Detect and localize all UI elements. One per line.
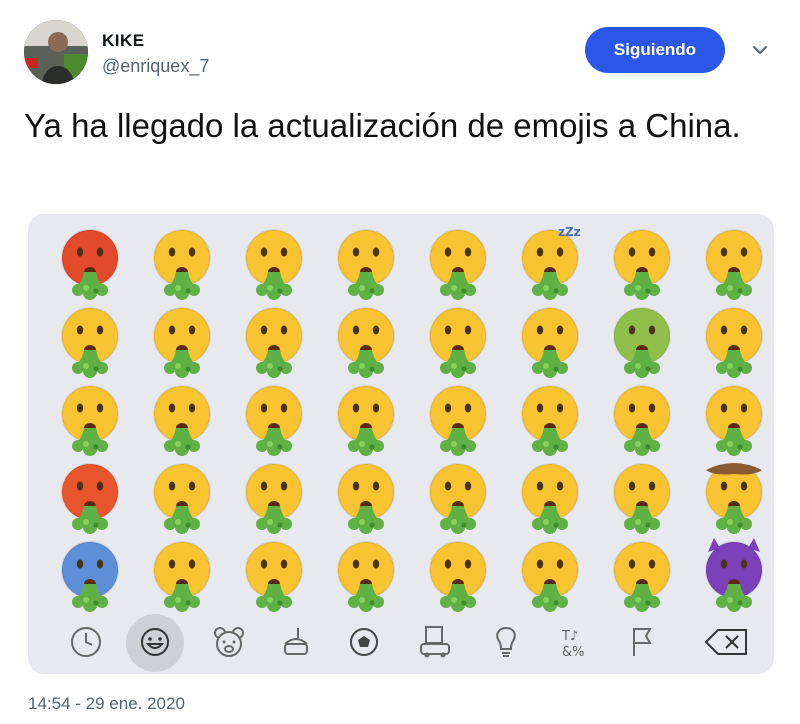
emoji-angry-cursing — [50, 222, 130, 302]
emoji-downcast-sweat — [142, 534, 222, 614]
emoji-neutral — [326, 222, 406, 302]
emoji-cowboy — [694, 456, 774, 536]
emoji-smiling-imp — [694, 534, 774, 614]
tweet-timestamp[interactable]: 14:54 - 29 ene. 2020 — [28, 694, 185, 714]
avatar[interactable] — [24, 20, 88, 84]
emoji-hushed — [418, 456, 498, 536]
car-building-icon — [415, 622, 455, 662]
emoji-dizzy — [510, 456, 590, 536]
emoji-hushed — [418, 300, 498, 380]
emoji-exploding-head — [50, 300, 130, 380]
emoji-keyboard-image: zZz T♪ &% — [28, 214, 774, 674]
emoji-grid: zZz — [50, 222, 770, 617]
lightbulb-icon — [486, 622, 526, 662]
emoji-thinking — [234, 300, 314, 380]
emoji-grimacing — [326, 456, 406, 536]
emoji-tired — [234, 222, 314, 302]
emoji-astonished — [418, 534, 498, 614]
emoji-expressionless — [326, 378, 406, 458]
emoji-mask — [602, 534, 682, 614]
author-name[interactable]: KIKE — [102, 31, 145, 51]
emoji-flushed — [50, 378, 130, 458]
svg-text:&%: &% — [562, 645, 585, 660]
emoji-confounded — [602, 378, 682, 458]
emoji-screaming — [142, 222, 222, 302]
emoji-bandaged — [694, 300, 774, 380]
emoji-nauseated — [602, 300, 682, 380]
emoji-hand-over-mouth — [234, 378, 314, 458]
soccer-ball-icon — [344, 622, 384, 662]
flag-icon — [622, 622, 662, 662]
emoji-relieved — [510, 300, 590, 380]
emoji-neutral — [326, 300, 406, 380]
emoji-sleepy-tear — [510, 378, 590, 458]
emoji-sneezing — [602, 456, 682, 536]
emoji-zipper-mouth — [510, 534, 590, 614]
following-button[interactable]: Siguiendo — [585, 27, 725, 73]
emoji-fearful — [142, 378, 222, 458]
svg-text:T♪: T♪ — [561, 629, 578, 644]
svg-text:zZz: zZz — [558, 225, 581, 239]
food-icon — [276, 622, 316, 662]
emoji-money-mouth — [694, 378, 774, 458]
symbols-icon: T♪ &% — [554, 622, 594, 662]
chevron-down-icon[interactable] — [752, 42, 768, 58]
smiley-icon — [135, 622, 175, 662]
emoji-drooling — [694, 222, 774, 302]
tweet-text: Ya ha llegado la actualización de emojis… — [24, 107, 741, 144]
emoji-sleeping: zZz — [510, 222, 590, 302]
emoji-woozy — [602, 222, 682, 302]
keyboard-category-bar: T♪ &% — [28, 614, 774, 674]
author-handle[interactable]: @enriquex_7 — [102, 56, 209, 77]
emoji-lying — [234, 534, 314, 614]
emoji-rolling-eyes — [326, 534, 406, 614]
clock-icon — [66, 622, 106, 662]
emoji-angry-sweat — [50, 456, 130, 536]
emoji-hushed — [418, 378, 498, 458]
backspace-icon — [704, 622, 750, 662]
emoji-anxious — [142, 300, 222, 380]
tweet-header: KIKE @enriquex_7 Siguiendo — [24, 20, 776, 86]
emoji-sweat — [142, 456, 222, 536]
emoji-hushed — [418, 222, 498, 302]
emoji-shushing — [234, 456, 314, 536]
bear-icon — [209, 622, 249, 662]
emoji-cold — [50, 534, 130, 614]
